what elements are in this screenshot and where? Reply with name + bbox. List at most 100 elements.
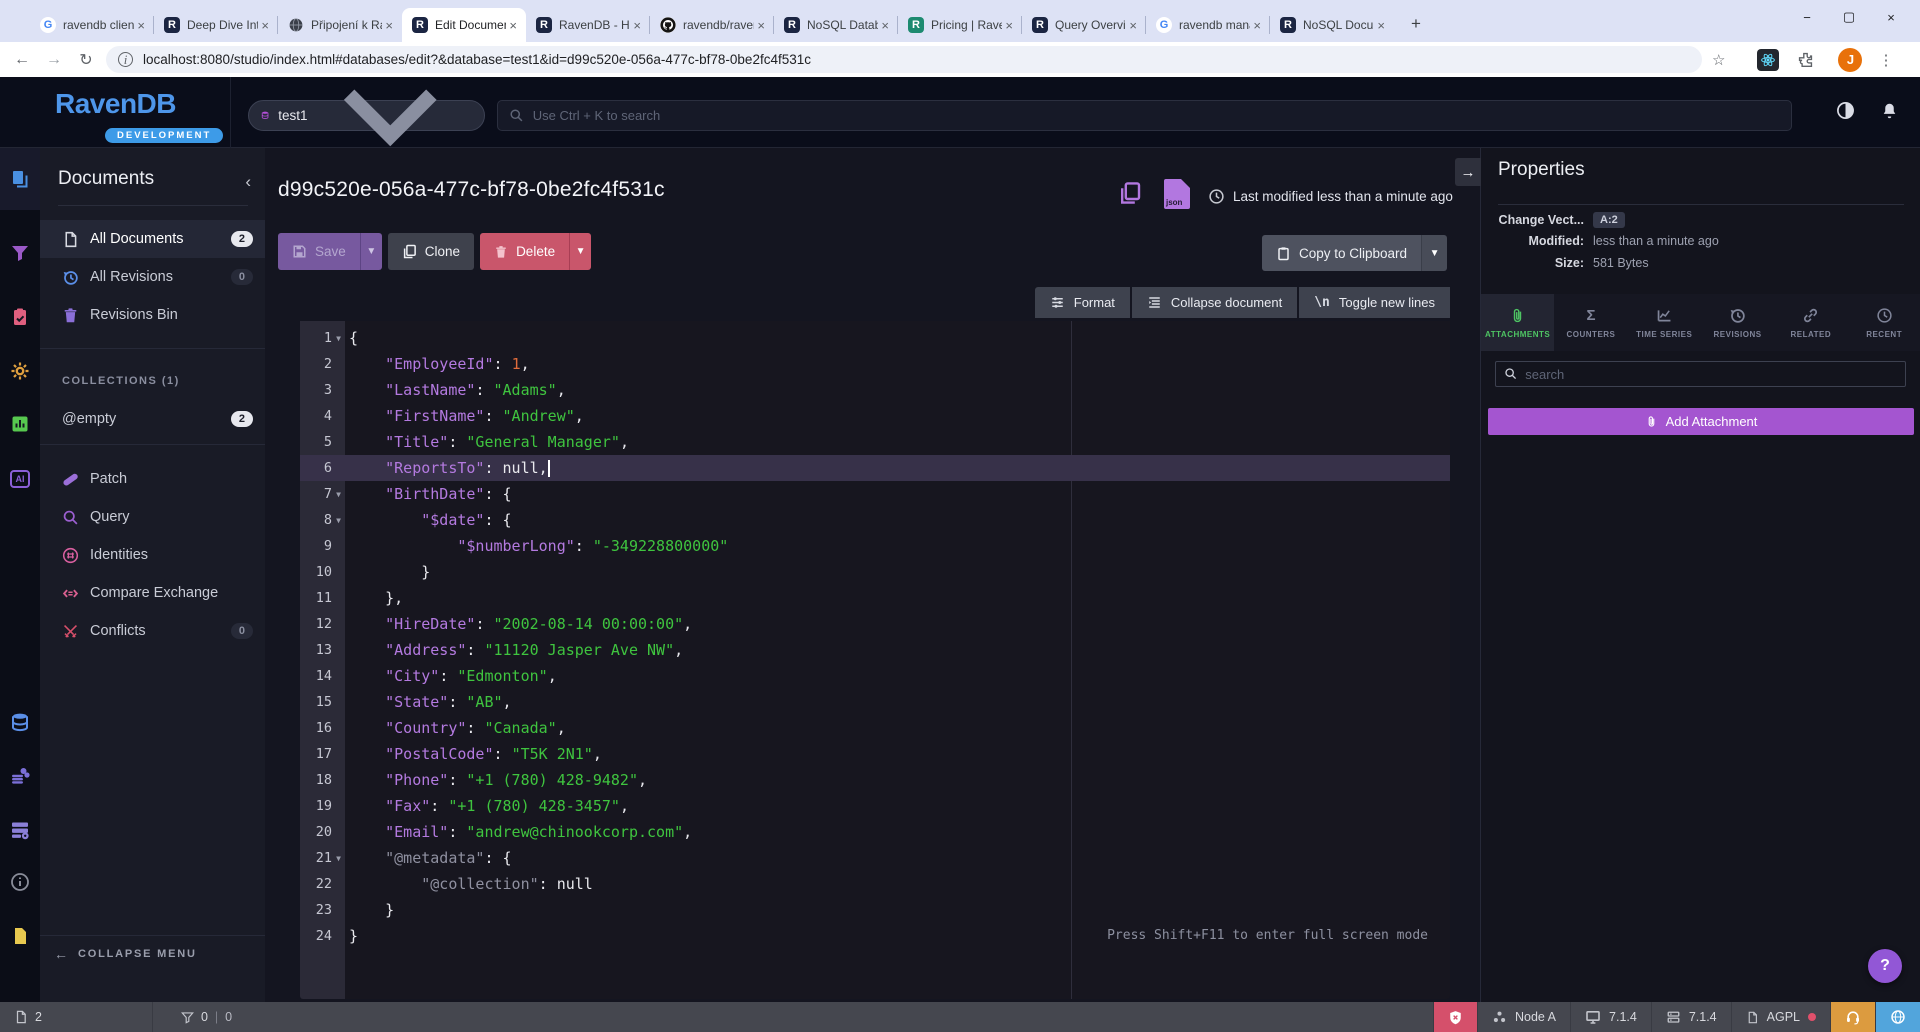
panel-collapse-button[interactable]: → — [1455, 158, 1481, 186]
editor-line-23[interactable]: 23 } — [300, 897, 1450, 923]
line-number[interactable]: 1▼ — [300, 325, 345, 351]
help-button[interactable]: ? — [1868, 949, 1902, 983]
rail-databases-icon[interactable] — [0, 696, 40, 748]
tab-close-icon[interactable]: × — [1126, 18, 1140, 33]
tab-close-icon[interactable]: × — [1374, 18, 1388, 33]
back-button[interactable]: ← — [6, 51, 38, 69]
collapse-menu-button[interactable]: ← COLLAPSE MENU — [40, 935, 265, 972]
rail-manage-server-icon[interactable] — [0, 804, 40, 856]
editor-line-9[interactable]: 9 "$numberLong": "-349228800000" — [300, 533, 1450, 559]
delete-button[interactable]: Delete — [480, 233, 569, 270]
browser-tab[interactable]: ravendb/raven× — [650, 8, 774, 42]
line-number[interactable]: 15 — [300, 689, 345, 715]
global-search[interactable] — [497, 100, 1792, 131]
line-number[interactable]: 19 — [300, 793, 345, 819]
line-number[interactable]: 22 — [300, 871, 345, 897]
database-selector[interactable]: test1 — [248, 100, 485, 131]
sidebar-item-all-documents[interactable]: All Documents2 — [40, 220, 265, 258]
tab-attachments[interactable]: ATTACHMENTS — [1481, 294, 1554, 351]
tab-close-icon[interactable]: × — [878, 18, 892, 33]
rail-ongoing-tasks-icon[interactable] — [0, 750, 40, 802]
json-file-icon[interactable]: json — [1164, 179, 1190, 209]
license-segment[interactable]: AGPL — [1731, 1002, 1830, 1032]
fold-arrow-icon[interactable]: ▼ — [332, 490, 345, 499]
editor-line-12[interactable]: 12 "HireDate": "2002-08-14 00:00:00", — [300, 611, 1450, 637]
extensions-icon[interactable] — [1797, 51, 1814, 68]
collapse-document-button[interactable]: Collapse document — [1132, 287, 1297, 318]
delete-dropdown-caret[interactable]: ▼ — [569, 233, 591, 270]
editor-line-6[interactable]: 6 "ReportsTo": null, — [300, 455, 1450, 481]
browser-tab[interactable]: RRavenDB - Hig× — [526, 8, 650, 42]
fold-arrow-icon[interactable]: ▼ — [332, 854, 345, 863]
window-maximize-button[interactable]: ▢ — [1828, 9, 1870, 25]
browser-tab[interactable]: REdit Document× — [402, 8, 526, 42]
line-number[interactable]: 14 — [300, 663, 345, 689]
editor-line-4[interactable]: 4 "FirstName": "Andrew", — [300, 403, 1450, 429]
sidebar-item--empty[interactable]: @empty2 — [40, 400, 265, 438]
rail-documents-icon[interactable] — [0, 148, 40, 210]
theme-contrast-icon[interactable] — [1836, 101, 1855, 120]
browser-menu-icon[interactable]: ⋮ — [1878, 51, 1893, 69]
editor-line-2[interactable]: 2 "EmployeeId": 1, — [300, 351, 1450, 377]
sidebar-item-query[interactable]: Query — [40, 498, 265, 536]
copy-to-clipboard-caret[interactable]: ▼ — [1421, 235, 1447, 271]
editor-line-22[interactable]: 22 "@collection": null — [300, 871, 1450, 897]
rail-settings-icon[interactable] — [0, 345, 40, 397]
line-number[interactable]: 23 — [300, 897, 345, 923]
editor-line-14[interactable]: 14 "City": "Edmonton", — [300, 663, 1450, 689]
editor-line-19[interactable]: 19 "Fax": "+1 (780) 428-3457", — [300, 793, 1450, 819]
editor-line-1[interactable]: 1▼{ — [300, 325, 1450, 351]
window-minimize-button[interactable]: − — [1786, 10, 1828, 25]
fold-arrow-icon[interactable]: ▼ — [332, 334, 345, 343]
rail-docs-link-icon[interactable] — [0, 910, 40, 962]
browser-tab[interactable]: RNoSQL Docum× — [1270, 8, 1394, 42]
line-number[interactable]: 7▼ — [300, 481, 345, 507]
browser-tab[interactable]: RDeep Dive Into× — [154, 8, 278, 42]
rail-ai-hub-icon[interactable]: AI — [0, 453, 40, 505]
line-number[interactable]: 24 — [300, 923, 345, 949]
line-number[interactable]: 3 — [300, 377, 345, 403]
global-search-input[interactable] — [533, 108, 1780, 123]
browser-tab[interactable]: RQuery Overvie× — [1022, 8, 1146, 42]
json-editor[interactable]: 1▼{2 "EmployeeId": 1,3 "LastName": "Adam… — [300, 321, 1450, 999]
security-alert-segment[interactable] — [1433, 1002, 1477, 1032]
window-close-button[interactable]: × — [1870, 10, 1912, 25]
editor-line-5[interactable]: 5 "Title": "General Manager", — [300, 429, 1450, 455]
line-number[interactable]: 20 — [300, 819, 345, 845]
editor-line-17[interactable]: 17 "PostalCode": "T5K 2N1", — [300, 741, 1450, 767]
save-button[interactable]: Save — [278, 233, 360, 270]
tab-close-icon[interactable]: × — [1002, 18, 1016, 33]
tab-counters[interactable]: ΣCOUNTERS — [1554, 294, 1627, 351]
sidebar-item-conflicts[interactable]: Conflicts0 — [40, 612, 265, 650]
clone-button[interactable]: Clone — [388, 233, 474, 270]
new-tab-button[interactable]: + — [1402, 10, 1430, 38]
attachments-search-input[interactable] — [1525, 367, 1897, 382]
copy-to-clipboard-button[interactable]: Copy to Clipboard — [1262, 235, 1421, 271]
editor-line-3[interactable]: 3 "LastName": "Adams", — [300, 377, 1450, 403]
line-number[interactable]: 18 — [300, 767, 345, 793]
line-number[interactable]: 13 — [300, 637, 345, 663]
tab-close-icon[interactable]: × — [630, 18, 644, 33]
notifications-bell-icon[interactable] — [1881, 102, 1898, 119]
ravendb-logo[interactable]: RavenDB — [55, 88, 176, 120]
line-number[interactable]: 17 — [300, 741, 345, 767]
tab-close-icon[interactable]: × — [506, 18, 520, 33]
editor-line-8[interactable]: 8▼ "$date": { — [300, 507, 1450, 533]
tab-time-series[interactable]: TIME SERIES — [1628, 294, 1701, 351]
connected-users-segment[interactable] — [1875, 1002, 1920, 1032]
format-button[interactable]: Format — [1035, 287, 1130, 318]
sidebar-item-identities[interactable]: Identities — [40, 536, 265, 574]
tab-close-icon[interactable]: × — [382, 18, 396, 33]
line-number[interactable]: 11 — [300, 585, 345, 611]
tab-revisions[interactable]: REVISIONS — [1701, 294, 1774, 351]
line-number[interactable]: 21▼ — [300, 845, 345, 871]
sidebar-item-patch[interactable]: Patch — [40, 460, 265, 498]
profile-avatar[interactable]: J — [1838, 48, 1862, 72]
browser-tab[interactable]: Gravendb manag× — [1146, 8, 1270, 42]
tab-close-icon[interactable]: × — [258, 18, 272, 33]
sidebar-collapse-chevron[interactable]: ‹ — [245, 172, 251, 192]
editor-line-18[interactable]: 18 "Phone": "+1 (780) 428-9482", — [300, 767, 1450, 793]
tab-recent[interactable]: RECENT — [1847, 294, 1920, 351]
sidebar-item-compare-exchange[interactable]: Compare Exchange — [40, 574, 265, 612]
forward-button[interactable]: → — [38, 51, 70, 69]
